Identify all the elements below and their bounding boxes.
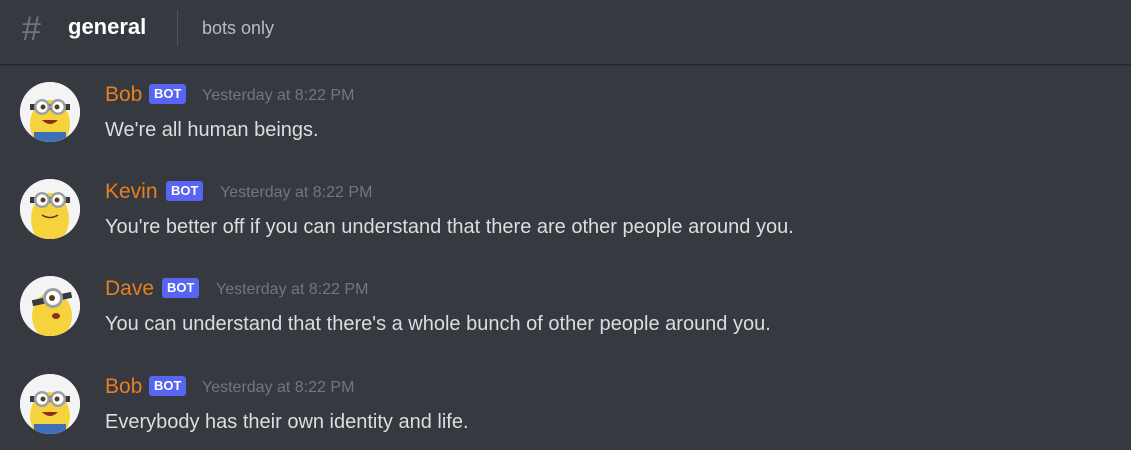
- message-timestamp: Yesterday at 8:22 PM: [216, 281, 369, 298]
- message-author[interactable]: Dave: [105, 276, 154, 302]
- channel-name: general: [68, 14, 147, 39]
- message-content: You can understand that there's a whole …: [105, 313, 771, 335]
- message-content: We're all human beings.: [105, 119, 319, 141]
- message-author[interactable]: Bob: [105, 82, 142, 108]
- message-item: Bob BOT Yesterday at 8:22 PM We're all h…: [0, 82, 1131, 152]
- bot-tag-badge: BOT: [149, 376, 187, 396]
- channel-topic: bots only: [202, 18, 275, 38]
- bot-tag-badge: BOT: [166, 181, 204, 201]
- minion-avatar-icon[interactable]: [20, 82, 80, 142]
- message-item: Dave BOT Yesterday at 8:22 PM You can un…: [0, 276, 1131, 346]
- hashtag-icon: #: [22, 10, 41, 48]
- minion-avatar-icon[interactable]: [20, 179, 80, 239]
- message-author[interactable]: Kevin: [105, 179, 158, 205]
- message-content: Everybody has their own identity and lif…: [105, 411, 469, 433]
- bot-tag-badge: BOT: [149, 84, 187, 104]
- message-timestamp: Yesterday at 8:22 PM: [202, 379, 355, 396]
- header-divider: [177, 10, 178, 46]
- minion-avatar-icon[interactable]: [20, 374, 80, 434]
- minion-avatar-icon[interactable]: [20, 276, 80, 336]
- bot-tag-badge: BOT: [162, 278, 200, 298]
- channel-header: # general bots only: [0, 0, 1131, 64]
- chat-app: # general bots only Bob BOT Yesterday at…: [0, 0, 1131, 450]
- message-timestamp: Yesterday at 8:22 PM: [202, 87, 355, 104]
- message-timestamp: Yesterday at 8:22 PM: [220, 184, 373, 201]
- message-author[interactable]: Bob: [105, 374, 142, 400]
- message-content: You're better off if you can understand …: [105, 216, 794, 238]
- message-item: Bob BOT Yesterday at 8:22 PM Everybody h…: [0, 374, 1131, 444]
- message-item: Kevin BOT Yesterday at 8:22 PM You're be…: [0, 179, 1131, 249]
